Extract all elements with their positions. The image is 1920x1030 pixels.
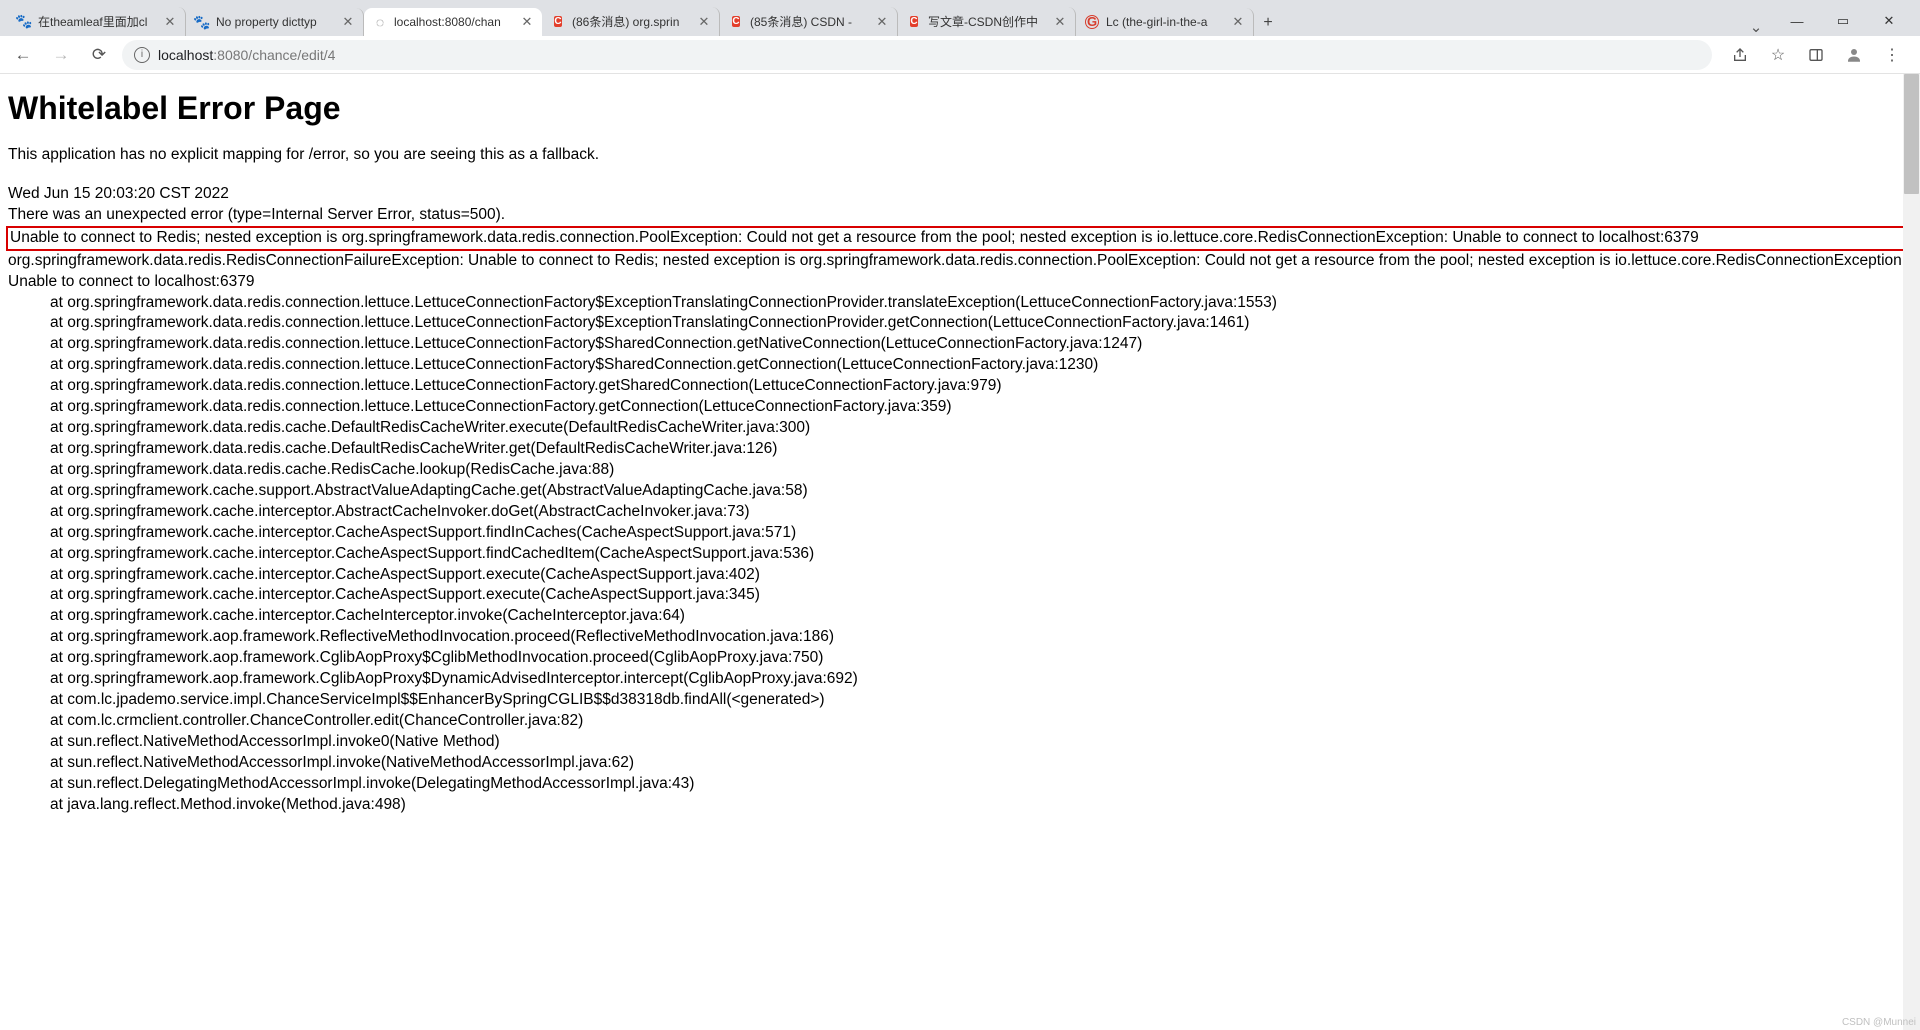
close-icon[interactable]: ✕ [341, 15, 355, 29]
tab-4[interactable]: C (85条消息) CSDN - ✕ [720, 7, 898, 36]
stack-frame: at org.springframework.cache.interceptor… [8, 523, 1912, 544]
scrollbar-thumb[interactable] [1904, 74, 1919, 194]
browser-chrome: 🐾 在theamleaf里面加cl ✕ 🐾 No property dicttyp ✕ ◌ l… [0, 0, 1920, 74]
globe-icon: ◌ [372, 14, 388, 30]
site-info-icon[interactable]: i [134, 47, 150, 63]
intro-text: This application has no explicit mapping… [8, 145, 1912, 166]
tab-title: (86条消息) org.sprin [572, 13, 691, 30]
close-icon[interactable]: ✕ [697, 15, 711, 29]
stack-frame: at org.springframework.aop.framework.Cgl… [8, 669, 1912, 690]
tab-title: Lc (the-girl-in-the-a [1106, 15, 1225, 29]
stack-trace: at org.springframework.data.redis.connec… [8, 293, 1912, 816]
minimize-button[interactable]: — [1774, 6, 1820, 36]
address-bar[interactable]: i localhost:8080/chance/edit/4 [122, 40, 1712, 70]
bookmark-star-icon[interactable]: ☆ [1764, 41, 1792, 69]
tab-6[interactable]: G Lc (the-girl-in-the-a ✕ [1076, 8, 1254, 36]
menu-icon[interactable]: ⋮ [1878, 41, 1906, 69]
stack-frame: at org.springframework.cache.interceptor… [8, 544, 1912, 565]
stack-frame: at org.springframework.data.redis.cache.… [8, 418, 1912, 439]
reload-button[interactable]: ⟳ [84, 40, 114, 70]
new-tab-button[interactable]: + [1254, 10, 1282, 36]
stack-frame: at org.springframework.data.redis.connec… [8, 376, 1912, 397]
page-content: Whitelabel Error Page This application h… [0, 74, 1920, 1030]
stack-frame: at org.springframework.data.redis.cache.… [8, 460, 1912, 481]
csdn-icon: C [728, 14, 744, 30]
stack-frame: at org.springframework.data.redis.connec… [8, 334, 1912, 355]
tab-title: No property dicttyp [216, 15, 335, 29]
tab-3[interactable]: C (86条消息) org.sprin ✕ [542, 7, 720, 36]
stack-frame: at org.springframework.cache.support.Abs… [8, 481, 1912, 502]
tab-title: (85条消息) CSDN - [750, 13, 869, 30]
tab-2[interactable]: ◌ localhost:8080/chan ✕ [364, 8, 542, 36]
stack-frame: at sun.reflect.NativeMethodAccessorImpl.… [8, 753, 1912, 774]
tabs-dropdown-icon[interactable]: ⌄ [1738, 18, 1774, 36]
stack-frame: at org.springframework.data.redis.connec… [8, 313, 1912, 334]
back-button[interactable]: ← [8, 40, 38, 70]
stack-frame: at com.lc.jpademo.service.impl.ChanceSer… [8, 690, 1912, 711]
csdn-icon: C [906, 14, 922, 30]
toolbar-actions: ☆ ⋮ [1720, 41, 1912, 69]
error-block: Wed Jun 15 20:03:20 CST 2022 There was a… [8, 184, 1912, 816]
stack-frame: at org.springframework.cache.interceptor… [8, 565, 1912, 586]
tab-title: localhost:8080/chan [394, 15, 514, 29]
full-exception: org.springframework.data.redis.RedisConn… [8, 251, 1912, 293]
tab-5[interactable]: C 写文章-CSDN创作中 ✕ [898, 7, 1076, 36]
stack-frame: at org.springframework.data.redis.connec… [8, 293, 1912, 314]
tab-title: 写文章-CSDN创作中 [928, 13, 1047, 30]
close-icon[interactable]: ✕ [1231, 15, 1245, 29]
stack-frame: at org.springframework.cache.interceptor… [8, 502, 1912, 523]
stack-frame: at sun.reflect.NativeMethodAccessorImpl.… [8, 732, 1912, 753]
page-title: Whitelabel Error Page [8, 90, 1912, 127]
stack-frame: at org.springframework.data.redis.cache.… [8, 439, 1912, 460]
tab-1[interactable]: 🐾 No property dicttyp ✕ [186, 8, 364, 36]
stack-frame: at sun.reflect.DelegatingMethodAccessorI… [8, 774, 1912, 795]
close-window-button[interactable]: ✕ [1866, 6, 1912, 36]
highlighted-exception: Unable to connect to Redis; nested excep… [6, 226, 1914, 251]
maximize-button[interactable]: ▭ [1820, 6, 1866, 36]
stack-frame: at com.lc.crmclient.controller.ChanceCon… [8, 711, 1912, 732]
tab-strip: 🐾 在theamleaf里面加cl ✕ 🐾 No property dicttyp ✕ ◌ l… [0, 0, 1920, 36]
forward-button[interactable]: → [46, 40, 76, 70]
paw-icon: 🐾 [16, 14, 32, 30]
url-text: localhost:8080/chance/edit/4 [158, 47, 335, 63]
stack-frame: at org.springframework.cache.interceptor… [8, 585, 1912, 606]
share-icon[interactable] [1726, 41, 1754, 69]
stack-frame: at org.springframework.cache.interceptor… [8, 606, 1912, 627]
stack-frame: at org.springframework.data.redis.connec… [8, 355, 1912, 376]
csdn-icon: C [550, 14, 566, 30]
close-icon[interactable]: ✕ [520, 15, 534, 29]
stack-frame: at org.springframework.data.redis.connec… [8, 397, 1912, 418]
gitee-icon: G [1084, 14, 1100, 30]
viewport: Whitelabel Error Page This application h… [0, 74, 1920, 1030]
vertical-scrollbar[interactable] [1903, 74, 1920, 1030]
stack-frame: at org.springframework.aop.framework.Cgl… [8, 648, 1912, 669]
tab-0[interactable]: 🐾 在theamleaf里面加cl ✕ [8, 7, 186, 36]
close-icon[interactable]: ✕ [163, 15, 177, 29]
timestamp: Wed Jun 15 20:03:20 CST 2022 [8, 184, 1912, 205]
stack-frame: at java.lang.reflect.Method.invoke(Metho… [8, 795, 1912, 816]
close-icon[interactable]: ✕ [1053, 15, 1067, 29]
side-panel-icon[interactable] [1802, 41, 1830, 69]
profile-icon[interactable] [1840, 41, 1868, 69]
error-summary: There was an unexpected error (type=Inte… [8, 205, 1912, 226]
watermark: CSDN @Munnei [1842, 1017, 1916, 1028]
close-icon[interactable]: ✕ [875, 15, 889, 29]
toolbar: ← → ⟳ i localhost:8080/chance/edit/4 ☆ ⋮ [0, 36, 1920, 74]
tab-title: 在theamleaf里面加cl [38, 13, 157, 30]
paw-icon: 🐾 [194, 14, 210, 30]
stack-frame: at org.springframework.aop.framework.Ref… [8, 627, 1912, 648]
